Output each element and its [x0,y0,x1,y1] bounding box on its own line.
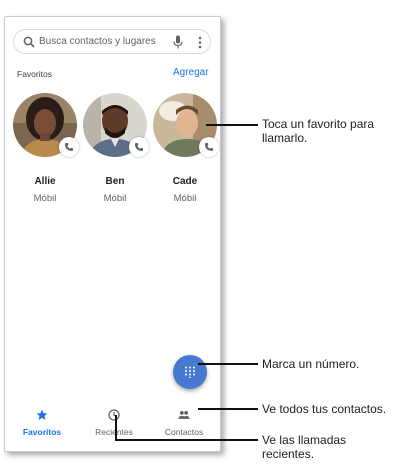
callout-lines [115,124,258,441]
annotation-recents: Ve las llamadas recientes. [262,433,347,461]
annotation-dial: Marca un número. [262,357,360,371]
annotation-contacts: Ve todos tus contactos. [262,402,387,416]
annotation-favorite: Toca un favorito para llamarlo. [262,117,375,145]
